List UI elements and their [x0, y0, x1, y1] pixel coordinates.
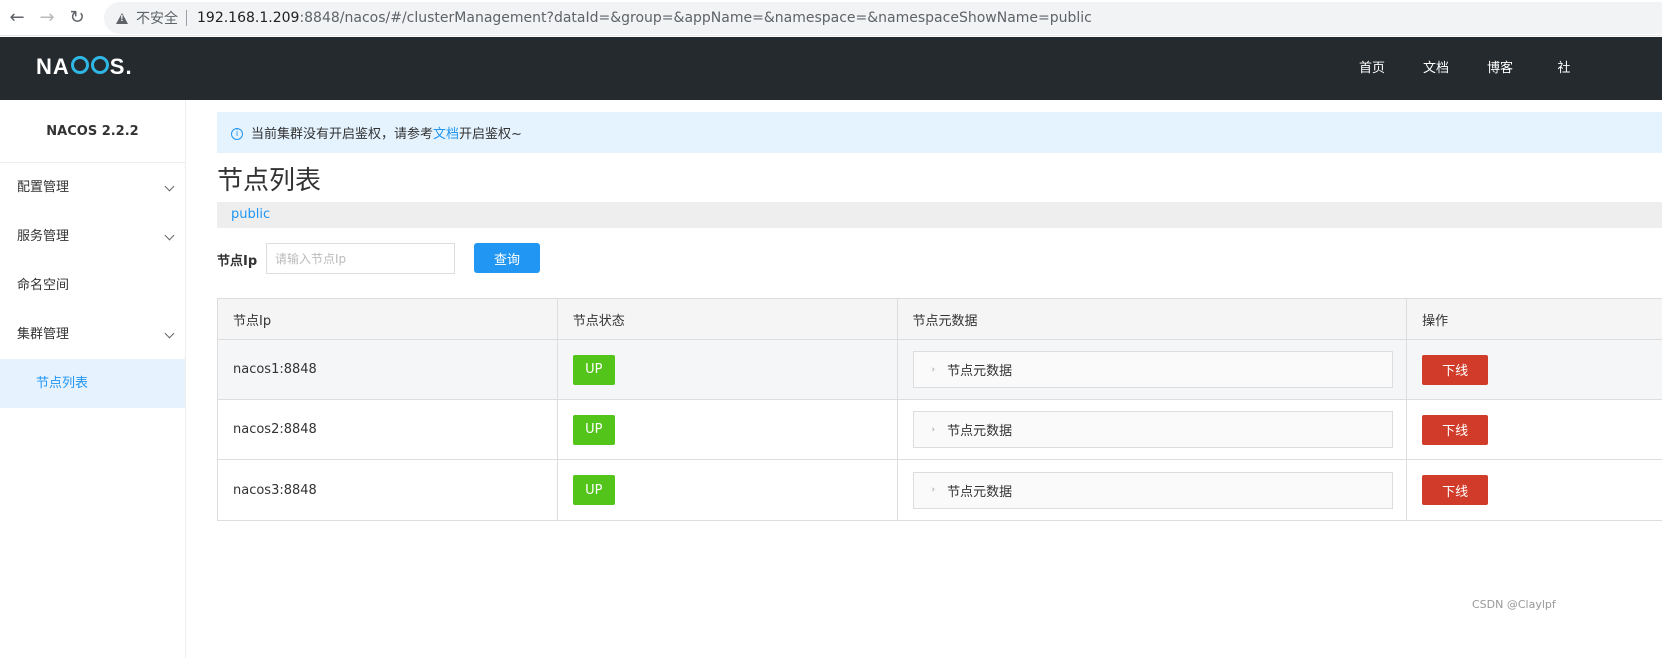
- notice-text: 当前集群没有开启鉴权，请参考: [251, 127, 434, 142]
- status-cell: UP: [558, 460, 898, 520]
- metadata-cell: › 节点元数据: [898, 340, 1408, 399]
- metadata-label: 节点元数据: [947, 424, 1013, 439]
- logo-text-start: NA: [36, 54, 70, 79]
- sidebar-item-label: 配置管理: [17, 180, 70, 195]
- node-ip-input[interactable]: [266, 243, 455, 274]
- nacos-logo[interactable]: NA S.: [36, 54, 133, 82]
- watermark: CSDN @Claylpf: [1472, 598, 1556, 611]
- metadata-label: 节点元数据: [947, 364, 1013, 379]
- metadata-cell: › 节点元数据: [898, 460, 1408, 520]
- table-header-row: 节点Ip 节点状态 节点元数据 操作: [218, 299, 1662, 340]
- logo-co: [70, 56, 110, 74]
- table-row: nacos1:8848 UP › 节点元数据 下线: [218, 340, 1662, 400]
- offline-button[interactable]: 下线: [1422, 354, 1489, 385]
- logo-text-end: S.: [109, 54, 133, 79]
- top-menu: 首页 文档 博客 社: [1340, 37, 1596, 100]
- sidebar-item-cluster[interactable]: 集群管理: [0, 310, 185, 359]
- back-icon[interactable]: ←: [4, 5, 30, 31]
- offline-button[interactable]: 下线: [1422, 414, 1489, 445]
- sidebar-title: NACOS 2.2.2: [0, 100, 185, 163]
- url-path[interactable]: :8848/nacos/#/clusterManagement?dataId=&…: [299, 10, 1091, 26]
- namespace-bar: public: [217, 202, 1662, 228]
- node-ip-cell: nacos1:8848: [218, 340, 558, 399]
- column-header: 操作: [1422, 313, 1449, 329]
- node-table: 节点Ip 节点状态 节点元数据 操作 nacos1:8848 UP › 节点元数…: [217, 298, 1662, 521]
- sidebar: NACOS 2.2.2 配置管理 服务管理 命名空间 集群管理 节点列表: [0, 100, 186, 658]
- top-menu-community[interactable]: 社: [1532, 37, 1596, 100]
- address-bar[interactable]: 不安全 192.168.1.209:8848/nacos/#/clusterMa…: [104, 2, 1662, 34]
- node-ip-cell: nacos3:8848: [218, 460, 558, 520]
- sidebar-item-label: 服务管理: [17, 229, 70, 244]
- table-row: nacos2:8848 UP › 节点元数据 下线: [218, 400, 1662, 460]
- chevron-down-icon: [164, 181, 175, 192]
- action-cell: 下线: [1407, 460, 1662, 520]
- top-menu-home[interactable]: 首页: [1340, 37, 1404, 100]
- chevron-right-icon: ›: [931, 485, 936, 495]
- warning-icon[interactable]: [116, 12, 128, 24]
- namespace-link[interactable]: public: [231, 207, 270, 222]
- column-header: 节点元数据: [898, 299, 1408, 339]
- metadata-cell: › 节点元数据: [898, 400, 1408, 459]
- top-menu-docs[interactable]: 文档: [1404, 37, 1468, 100]
- metadata-label: 节点元数据: [947, 484, 1013, 500]
- sidebar-item-config[interactable]: 配置管理: [0, 163, 185, 212]
- metadata-toggle[interactable]: › 节点元数据: [912, 351, 1393, 388]
- sidebar-item-service[interactable]: 服务管理: [0, 212, 185, 261]
- table-row: nacos3:8848 UP › 节点元数据 下线: [218, 460, 1662, 520]
- column-header: 节点状态: [558, 299, 898, 339]
- url-divider: [186, 10, 187, 26]
- sidebar-item-label: 命名空间: [17, 278, 70, 293]
- chevron-right-icon: ›: [931, 424, 936, 435]
- reload-icon[interactable]: ↻: [64, 5, 90, 31]
- logo-ring-icon: [70, 56, 89, 74]
- chevron-down-icon: [164, 328, 175, 339]
- status-badge: UP: [572, 354, 615, 385]
- offline-button[interactable]: 下线: [1422, 475, 1489, 505]
- sidebar-item-node-list[interactable]: 节点列表: [0, 359, 185, 408]
- notice-doc-link[interactable]: 文档: [433, 123, 459, 142]
- auth-notice: i 当前集群没有开启鉴权，请参考 文档 开启鉴权~: [217, 112, 1662, 153]
- top-header: NA S. 首页 文档 博客 社: [0, 37, 1662, 100]
- info-icon: i: [231, 127, 243, 140]
- browser-bar: ← → ↻ 不安全 192.168.1.209:8848/nacos/#/clu…: [0, 0, 1662, 36]
- status-cell: UP: [558, 340, 898, 399]
- notice-text-end: 开启鉴权~: [459, 127, 522, 142]
- metadata-toggle[interactable]: › 节点元数据: [912, 471, 1393, 509]
- column-header: 节点Ip: [218, 299, 558, 339]
- top-menu-blog[interactable]: 博客: [1468, 37, 1532, 100]
- search-button[interactable]: 查询: [474, 243, 540, 273]
- action-cell: 下线: [1407, 340, 1662, 399]
- chevron-right-icon: ›: [931, 364, 936, 375]
- metadata-toggle[interactable]: › 节点元数据: [912, 411, 1393, 448]
- sidebar-item-label: 集群管理: [17, 327, 70, 342]
- action-cell: 下线: [1407, 400, 1662, 459]
- node-ip-cell: nacos2:8848: [218, 400, 558, 459]
- url-host[interactable]: 192.168.1.209: [197, 10, 299, 26]
- sidebar-item-namespace[interactable]: 命名空间: [0, 261, 185, 310]
- page-title: 节点列表: [217, 166, 322, 196]
- status-cell: UP: [558, 400, 898, 459]
- status-badge: UP: [572, 475, 615, 505]
- filter-label: 节点Ip: [217, 254, 258, 269]
- logo-ring-icon: [90, 56, 109, 74]
- insecure-label[interactable]: 不安全: [136, 8, 178, 28]
- status-badge: UP: [572, 414, 615, 445]
- chevron-down-icon: [164, 230, 175, 241]
- forward-icon[interactable]: →: [34, 5, 60, 31]
